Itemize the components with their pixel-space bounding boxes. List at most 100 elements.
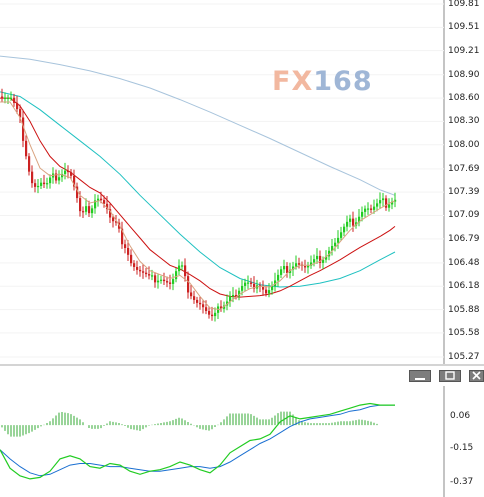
candle	[385, 195, 388, 211]
fx168-watermark-logo: FX168	[272, 66, 373, 97]
price-tick-label: 108.30	[448, 116, 480, 127]
candle	[139, 266, 142, 277]
ma-fast-line	[0, 101, 396, 311]
candle	[37, 178, 40, 194]
candle	[382, 192, 385, 207]
candle	[262, 280, 265, 296]
candle	[82, 206, 85, 218]
candle	[193, 290, 196, 304]
candle	[190, 284, 193, 300]
candle	[187, 271, 190, 299]
indicator-tick-label: -0.37	[450, 477, 474, 487]
candle	[259, 282, 262, 293]
price-tick-label: 107.69	[448, 163, 480, 174]
candle	[220, 300, 223, 312]
candle	[43, 174, 46, 188]
close-icon	[470, 371, 483, 381]
candle	[133, 260, 136, 271]
price-tick-label: 106.18	[448, 281, 480, 292]
candle	[142, 264, 145, 279]
logo-prefix: FX	[272, 66, 314, 97]
candle	[25, 135, 28, 160]
candle	[76, 182, 79, 203]
candle	[211, 306, 214, 321]
price-tick-label: 105.27	[448, 352, 480, 362]
close-button[interactable]	[469, 370, 484, 382]
candle	[28, 153, 31, 176]
price-tick-label: 108.00	[448, 139, 480, 150]
forex-chart-svg	[0, 0, 484, 497]
candle	[154, 272, 157, 288]
candle	[163, 272, 166, 286]
candle	[169, 274, 172, 290]
price-tick-label: 106.79	[448, 233, 480, 244]
candle	[1, 88, 4, 103]
candle	[94, 194, 97, 214]
price-tick-label: 108.90	[448, 69, 480, 80]
price-tick-label: 107.09	[448, 210, 480, 221]
candle	[346, 215, 349, 232]
candle	[388, 198, 391, 212]
candle	[343, 223, 346, 237]
candle	[283, 259, 286, 274]
candle	[160, 275, 163, 284]
price-tick-label: 108.60	[448, 93, 480, 104]
candle	[124, 239, 127, 254]
candle	[49, 174, 52, 189]
candle	[58, 170, 61, 185]
minimize-button[interactable]	[409, 370, 431, 382]
candle	[175, 268, 178, 283]
candle	[7, 94, 10, 104]
price-tick-label: 109.81	[448, 0, 480, 9]
candle	[274, 272, 277, 292]
price-tick-label: 107.39	[448, 187, 480, 198]
candle	[217, 303, 220, 320]
indicator-tick-label: -0.15	[450, 443, 474, 454]
candle	[253, 276, 256, 293]
price-tick-label: 106.48	[448, 257, 480, 268]
candle	[370, 204, 373, 214]
candle	[331, 238, 334, 256]
price-tick-label: 109.21	[448, 45, 480, 56]
candle	[145, 268, 148, 278]
ma-mid-line	[0, 97, 396, 298]
candle	[337, 230, 340, 249]
candle	[280, 266, 283, 279]
candle	[196, 296, 199, 308]
candle	[286, 262, 289, 278]
candle	[307, 261, 310, 274]
candle	[229, 291, 232, 307]
candle	[46, 177, 49, 189]
candle	[226, 294, 229, 311]
price-tick-label: 109.51	[448, 22, 480, 33]
candle	[73, 169, 76, 191]
candle	[316, 248, 319, 264]
candle	[130, 249, 133, 267]
candle	[310, 255, 313, 269]
candle	[55, 169, 58, 184]
restore-button[interactable]	[439, 370, 461, 382]
price-panel	[0, 3, 444, 358]
candle	[358, 208, 361, 227]
candle	[64, 162, 67, 180]
candle	[334, 238, 337, 252]
candle	[367, 202, 370, 215]
restore-icon	[440, 371, 460, 381]
candle	[391, 197, 394, 210]
indicator-panel	[0, 402, 395, 480]
candle	[121, 221, 124, 249]
candle	[379, 192, 382, 209]
candle	[319, 250, 322, 269]
price-tick-label: 105.58	[448, 327, 480, 338]
price-tick-label: 105.88	[448, 304, 480, 315]
candle	[40, 178, 43, 190]
candle	[202, 300, 205, 314]
candle	[178, 259, 181, 276]
minimize-icon	[410, 371, 430, 381]
candle	[277, 269, 280, 287]
candle	[304, 259, 307, 273]
candle	[349, 214, 352, 228]
candle	[148, 266, 151, 280]
candle	[109, 203, 112, 223]
candle	[247, 275, 250, 289]
